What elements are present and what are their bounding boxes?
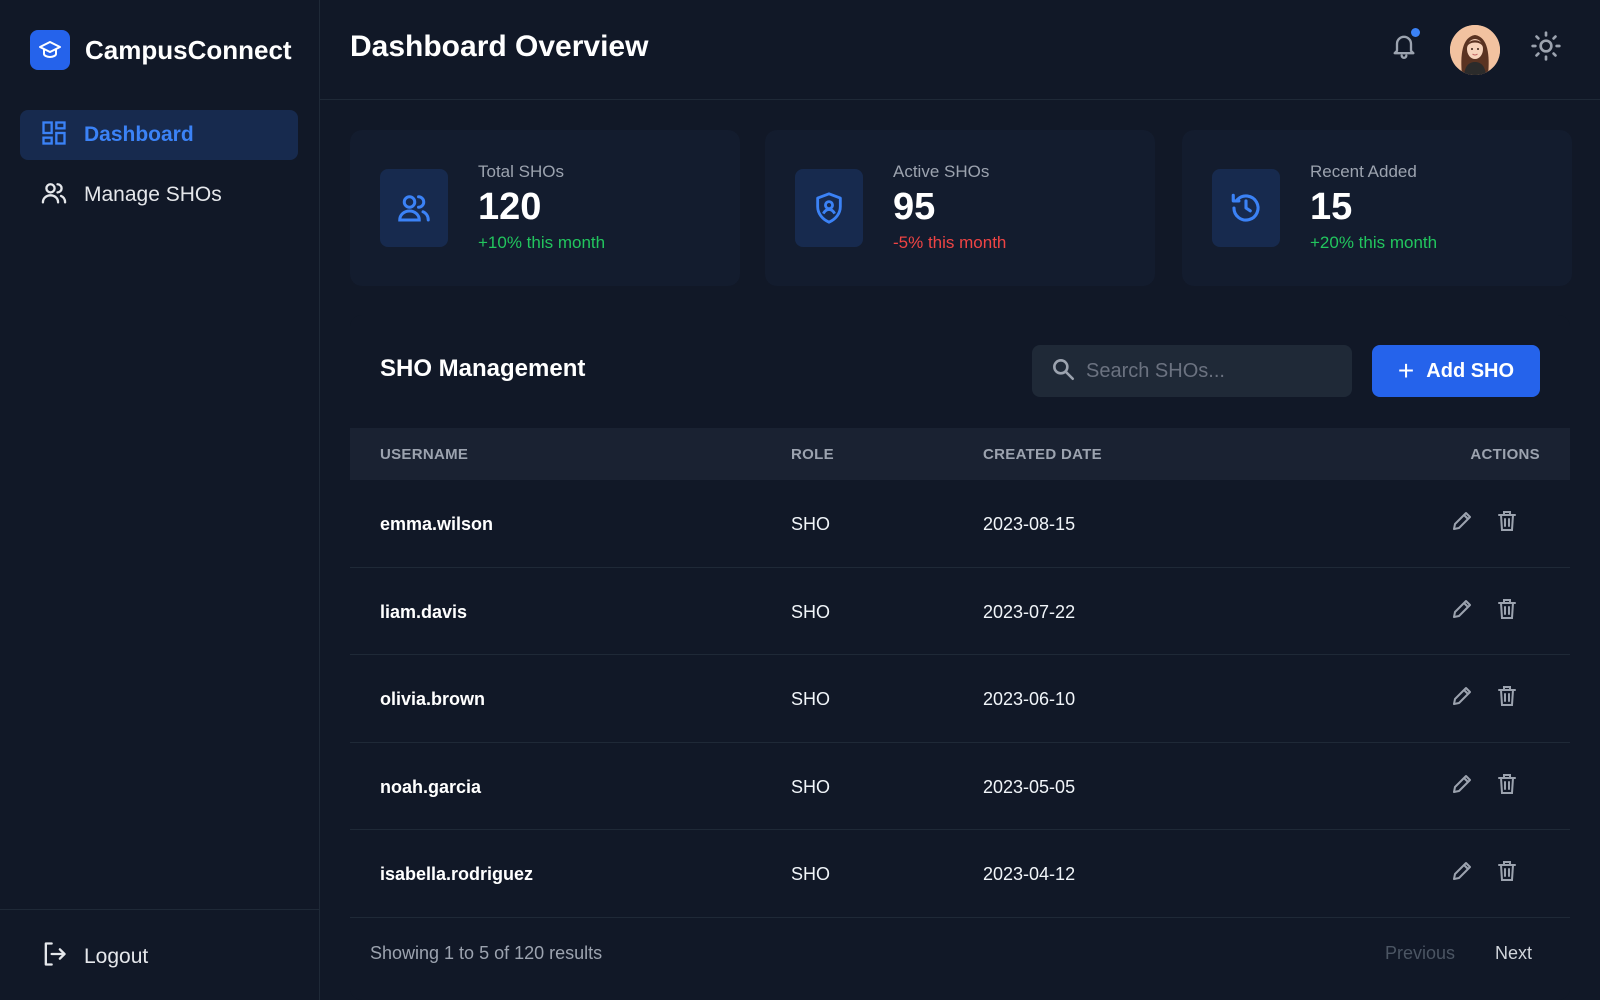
- sidebar-footer: Logout: [0, 909, 320, 1000]
- sidebar-item-label: Manage SHOs: [84, 183, 222, 206]
- bell-icon[interactable]: [1390, 28, 1420, 62]
- edit-icon[interactable]: [1447, 856, 1477, 886]
- brand[interactable]: CampusConnect: [30, 30, 292, 70]
- logout-button[interactable]: Logout: [40, 940, 148, 973]
- edit-icon[interactable]: [1447, 594, 1477, 624]
- edit-icon[interactable]: [1447, 506, 1477, 536]
- graduation-cap-icon: [30, 30, 70, 70]
- cell-username: noah.garcia: [380, 776, 482, 797]
- cell-username: liam.davis: [380, 601, 468, 622]
- sidebar: CampusConnect Dashboard Manage SHOs Logo…: [0, 0, 320, 1000]
- table-row: liam.davis SHO 2023-07-22: [350, 568, 1570, 655]
- brand-name: CampusConnect: [85, 34, 292, 65]
- page-title: Dashboard Overview: [350, 30, 649, 63]
- stat-change: -5% this month: [893, 233, 1007, 252]
- cell-created: 2023-07-22: [983, 601, 1076, 622]
- sidebar-item-dashboard[interactable]: Dashboard: [20, 110, 298, 160]
- column-header-created[interactable]: CREATED DATE: [983, 446, 1102, 463]
- stat-value: 95: [893, 186, 936, 228]
- stat-change: +20% this month: [1310, 233, 1438, 252]
- edit-icon[interactable]: [1447, 769, 1477, 799]
- stat-card-total: Total SHOs 120 +10% this month: [350, 130, 740, 286]
- stat-label: Total SHOs: [478, 162, 564, 181]
- notification-dot: [1411, 28, 1420, 37]
- table-body: emma.wilson SHO 2023-08-15 liam.davis SH…: [350, 480, 1570, 918]
- cell-username: emma.wilson: [380, 514, 494, 534]
- edit-icon[interactable]: [1447, 681, 1477, 711]
- search-icon: [1032, 356, 1076, 387]
- cell-role: SHO: [791, 776, 831, 797]
- sidebar-nav: Dashboard Manage SHOs: [20, 110, 298, 230]
- cell-username: olivia.brown: [380, 689, 486, 709]
- trash-icon[interactable]: [1492, 856, 1522, 886]
- cell-created: 2023-05-05: [983, 776, 1076, 797]
- cell-created: 2023-06-10: [983, 689, 1076, 709]
- sidebar-item-label: Dashboard: [84, 123, 194, 146]
- trash-icon[interactable]: [1492, 681, 1522, 711]
- stat-label: Recent Added: [1310, 162, 1417, 181]
- search-box[interactable]: [1032, 345, 1352, 397]
- previous-button[interactable]: Previous: [1385, 943, 1455, 964]
- cell-username: isabella.rodriguez: [380, 864, 534, 884]
- pagination-summary: Showing 1 to 5 of 120 results: [370, 943, 603, 963]
- table-row: emma.wilson SHO 2023-08-15: [350, 480, 1570, 568]
- table-row: olivia.brown SHO 2023-06-10: [350, 655, 1570, 743]
- stat-change: +10% this month: [478, 233, 606, 252]
- cell-created: 2023-08-15: [983, 514, 1076, 534]
- search-input[interactable]: [1086, 359, 1326, 383]
- sidebar-item-manage-shos[interactable]: Manage SHOs: [20, 170, 298, 220]
- history-icon: [1212, 169, 1280, 247]
- panel-title: SHO Management: [380, 355, 586, 382]
- column-header-actions: ACTIONS: [1470, 446, 1540, 463]
- cell-role: SHO: [791, 514, 831, 534]
- top-header: Dashboard Overview: [320, 0, 1600, 100]
- cell-role: SHO: [791, 601, 831, 622]
- trash-icon[interactable]: [1492, 506, 1522, 536]
- table-row: noah.garcia SHO 2023-05-05: [350, 743, 1570, 830]
- logout-label: Logout: [84, 944, 149, 968]
- column-header-role[interactable]: ROLE: [791, 446, 834, 463]
- add-sho-label: Add SHO: [1426, 359, 1515, 382]
- avatar[interactable]: [1450, 25, 1500, 75]
- shield-icon: [795, 169, 863, 247]
- dashboard-icon: [40, 119, 68, 152]
- trash-icon[interactable]: [1492, 594, 1522, 624]
- cell-role: SHO: [791, 689, 831, 709]
- cell-created: 2023-04-12: [983, 864, 1076, 884]
- sun-icon[interactable]: [1530, 30, 1562, 62]
- stat-label: Active SHOs: [893, 162, 990, 181]
- users-icon: [380, 169, 448, 247]
- table-row: isabella.rodriguez SHO 2023-04-12: [350, 830, 1570, 918]
- plus-icon: +: [1397, 355, 1415, 386]
- users-icon: [40, 179, 68, 212]
- stat-value: 120: [478, 186, 542, 228]
- stat-card-active: Active SHOs 95 -5% this month: [765, 130, 1155, 286]
- add-sho-button[interactable]: + Add SHO: [1372, 345, 1540, 397]
- table-header: USERNAME ROLE CREATED DATE ACTIONS: [350, 428, 1570, 480]
- column-header-username[interactable]: USERNAME: [380, 446, 468, 463]
- sho-management-panel: SHO Management + Add SHO USERNAME ROLE C…: [350, 315, 1570, 1000]
- stat-value: 15: [1310, 186, 1353, 228]
- cell-role: SHO: [791, 864, 831, 884]
- next-button[interactable]: Next: [1495, 943, 1532, 964]
- stat-card-recent: Recent Added 15 +20% this month: [1182, 130, 1572, 286]
- logout-icon: [40, 940, 68, 973]
- trash-icon[interactable]: [1492, 769, 1522, 799]
